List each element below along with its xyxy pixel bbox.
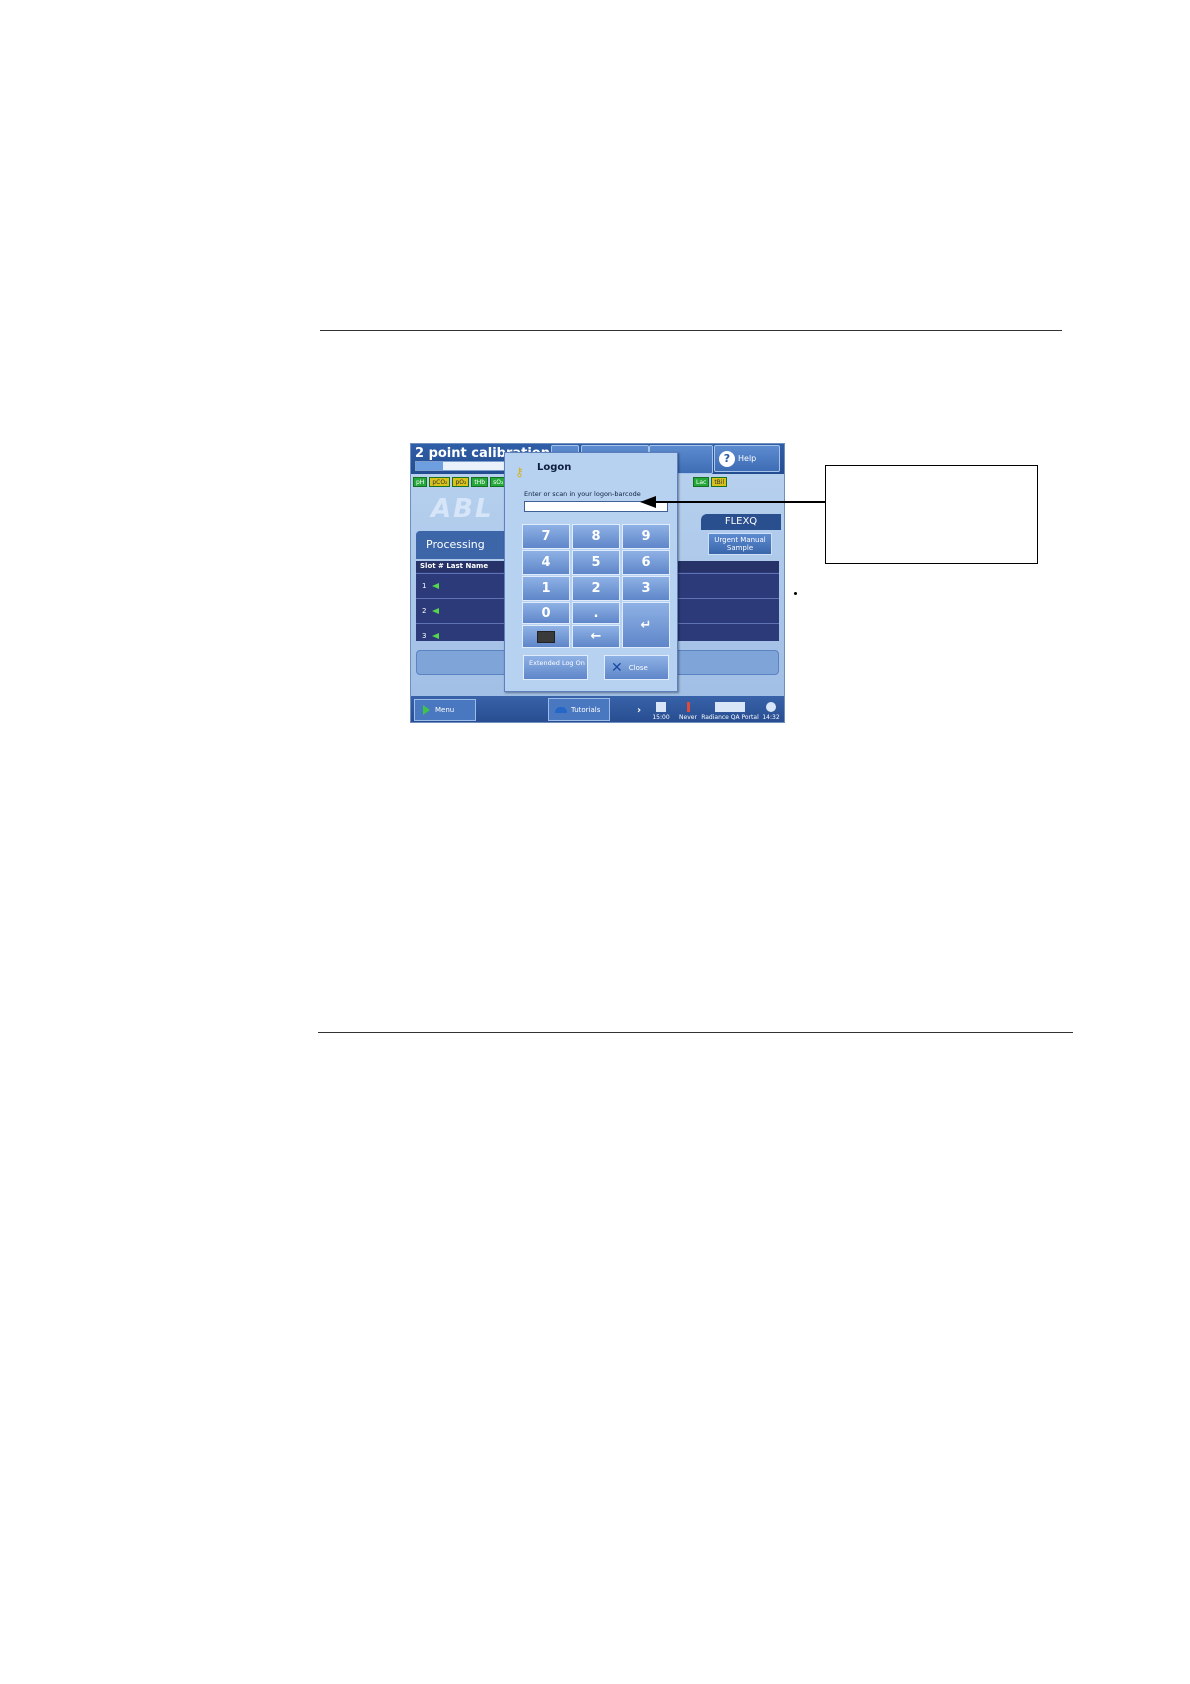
status-time: 15:00 (652, 714, 670, 721)
status-portal[interactable]: Radiance QA Portal (701, 702, 759, 721)
status-qc[interactable]: Never (676, 702, 700, 721)
key-9[interactable]: 9 (622, 524, 670, 549)
network-icon (715, 702, 745, 712)
key-8[interactable]: 8 (572, 524, 620, 549)
slot-arrow-icon (432, 583, 440, 589)
close-icon: ✕ (611, 659, 623, 676)
callout-arrow (640, 496, 830, 508)
processing-time-header: Processing time (416, 531, 506, 579)
slot-arrow-icon (432, 633, 440, 639)
key-5[interactable]: 5 (572, 550, 620, 575)
parameter-strip: pH pCO₂ pO₂ tHb sO₂ (413, 477, 507, 487)
status-portal-label: Radiance QA Portal (701, 714, 759, 721)
status-clock: 14:32 (759, 702, 783, 721)
help-button[interactable]: ? Help (714, 445, 780, 472)
key-2[interactable]: 2 (572, 576, 620, 601)
param-badge: pCO₂ (429, 477, 451, 487)
slot-arrow-icon (432, 608, 440, 614)
param-badge: pO₂ (452, 477, 470, 487)
key-3[interactable]: 3 (622, 576, 670, 601)
help-icon: ? (719, 450, 735, 467)
key-1[interactable]: 1 (522, 576, 570, 601)
key-4[interactable]: 4 (522, 550, 570, 575)
slot-number: 1 (422, 582, 427, 590)
logon-dialog: ⚷ Logon Enter or scan in your logon-barc… (504, 452, 678, 692)
right-marker (794, 592, 797, 595)
graduation-cap-icon (555, 706, 567, 713)
dialog-title: Logon (537, 462, 572, 473)
top-rule (320, 330, 1062, 331)
bottom-rule (318, 1032, 1073, 1033)
backspace-key[interactable]: ← (572, 625, 620, 648)
backspace-icon: ← (590, 629, 602, 644)
key-0[interactable]: 0 (522, 602, 570, 624)
param-badge: tBil (711, 477, 728, 487)
barcode-scanner-key[interactable] (522, 625, 570, 648)
calibration-progress (415, 461, 507, 471)
status-never: Never (679, 714, 697, 721)
abl-logo: ABL (431, 494, 494, 524)
tutorials-label: Tutorials (571, 705, 601, 714)
barcode-scanner-icon (537, 630, 555, 643)
play-icon (423, 705, 430, 715)
chevron-right-icon[interactable]: › (637, 705, 641, 716)
tutorials-button[interactable]: Tutorials (548, 698, 610, 721)
slot-number: 2 (422, 607, 427, 615)
param-badge: Lac (693, 477, 710, 487)
clock-icon (766, 702, 776, 712)
slot-number: 3 (422, 632, 427, 640)
param-badge: pH (413, 477, 428, 487)
parameter-strip-right: Lac tBil (693, 477, 728, 487)
key-7[interactable]: 7 (522, 524, 570, 549)
close-button[interactable]: ✕ Close (604, 655, 669, 680)
close-label: Close (628, 663, 648, 672)
calibration-icon (656, 702, 666, 712)
urgent-manual-sample-button[interactable]: Urgent Manual Sample (708, 533, 772, 555)
progress-fill (416, 462, 443, 470)
extended-logon-button[interactable]: Extended Log On (523, 655, 588, 680)
flexq-tab[interactable]: FLEXQ (701, 514, 781, 530)
param-badge: tHb (471, 477, 489, 487)
numeric-keypad: 7 8 9 4 5 6 1 2 3 0 . ↵ ← (522, 524, 670, 648)
key-decimal[interactable]: . (572, 602, 620, 624)
status-time-2: 14:32 (762, 714, 780, 721)
key-icon: ⚷ (515, 465, 524, 479)
menu-button[interactable]: Menu (414, 699, 476, 721)
qc-icon (686, 702, 690, 712)
help-label: Help (738, 454, 757, 463)
logon-prompt: Enter or scan in your logon-barcode (524, 490, 641, 498)
enter-icon: ↵ (640, 617, 652, 633)
status-calibration[interactable]: 15:00 (649, 702, 673, 721)
menu-label: Menu (435, 706, 455, 714)
enter-key[interactable]: ↵ (622, 602, 670, 648)
device-screenshot: 2 point calibration ? Help pH pCO₂ pO₂ t… (410, 443, 785, 723)
callout-box (825, 465, 1038, 564)
key-6[interactable]: 6 (622, 550, 670, 575)
